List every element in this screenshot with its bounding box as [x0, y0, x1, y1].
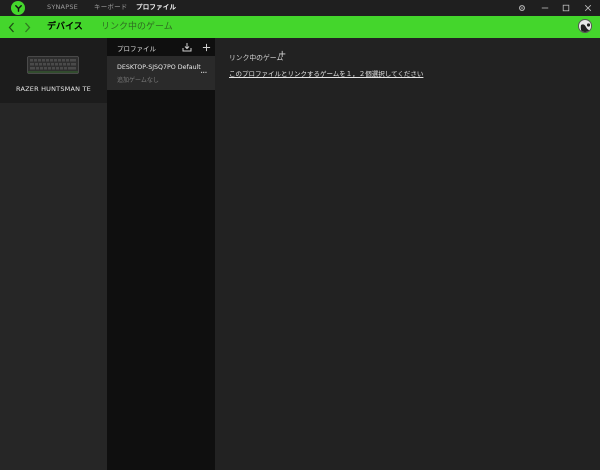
back-arrow-icon[interactable] — [4, 19, 18, 35]
tab-linked-games[interactable]: リンク中のゲーム — [101, 16, 173, 38]
device-name: RAZER HUNTSMAN TE — [16, 85, 91, 93]
tab-devices[interactable]: デバイス — [47, 16, 83, 38]
minimize-button[interactable] — [535, 0, 555, 16]
tab-synapse[interactable]: SYNAPSE — [47, 0, 78, 16]
add-game-icon[interactable]: + — [278, 49, 286, 60]
maximize-button[interactable] — [556, 0, 576, 16]
import-icon[interactable] — [181, 41, 193, 53]
profile-header: プロファイル — [107, 38, 215, 56]
razer-snake-icon — [14, 4, 22, 12]
profile-name: DESKTOP-SJSQ7PO Default — [117, 64, 201, 71]
more-options-icon[interactable]: ... — [200, 66, 207, 76]
select-games-link[interactable]: このプロファイルとリンクするゲームを１，２個選択してください — [229, 68, 423, 78]
forward-arrow-icon[interactable] — [20, 19, 34, 35]
profile-item[interactable]: DESKTOP-SJSQ7PO Default 追加ゲームなし ... — [107, 56, 215, 90]
user-avatar[interactable] — [578, 19, 592, 33]
section-header: デバイス リンク中のゲーム — [0, 16, 600, 38]
add-profile-icon[interactable] — [200, 41, 212, 53]
device-panel: RAZER HUNTSMAN TE — [0, 38, 107, 470]
close-button[interactable] — [578, 0, 598, 16]
keyboard-icon — [27, 56, 79, 74]
linked-games-panel: リンク中のゲーム + このプロファイルとリンクするゲームを１，２個選択してくださ… — [215, 38, 600, 470]
device-card[interactable]: RAZER HUNTSMAN TE — [0, 38, 107, 103]
linked-games-title: リンク中のゲーム — [229, 54, 284, 62]
settings-icon[interactable] — [512, 0, 532, 16]
profile-panel: プロファイル DESKTOP-SJSQ7PO Default 追加ゲームなし .… — [107, 38, 215, 470]
razer-logo-icon[interactable] — [11, 1, 25, 15]
profile-title: プロファイル — [117, 45, 156, 53]
profile-subtitle: 追加ゲームなし — [117, 77, 159, 84]
title-bar: SYNAPSE キーボード プロファイル — [0, 0, 600, 16]
tab-profile[interactable]: プロファイル — [136, 0, 176, 16]
tab-keyboard[interactable]: キーボード — [94, 0, 128, 16]
